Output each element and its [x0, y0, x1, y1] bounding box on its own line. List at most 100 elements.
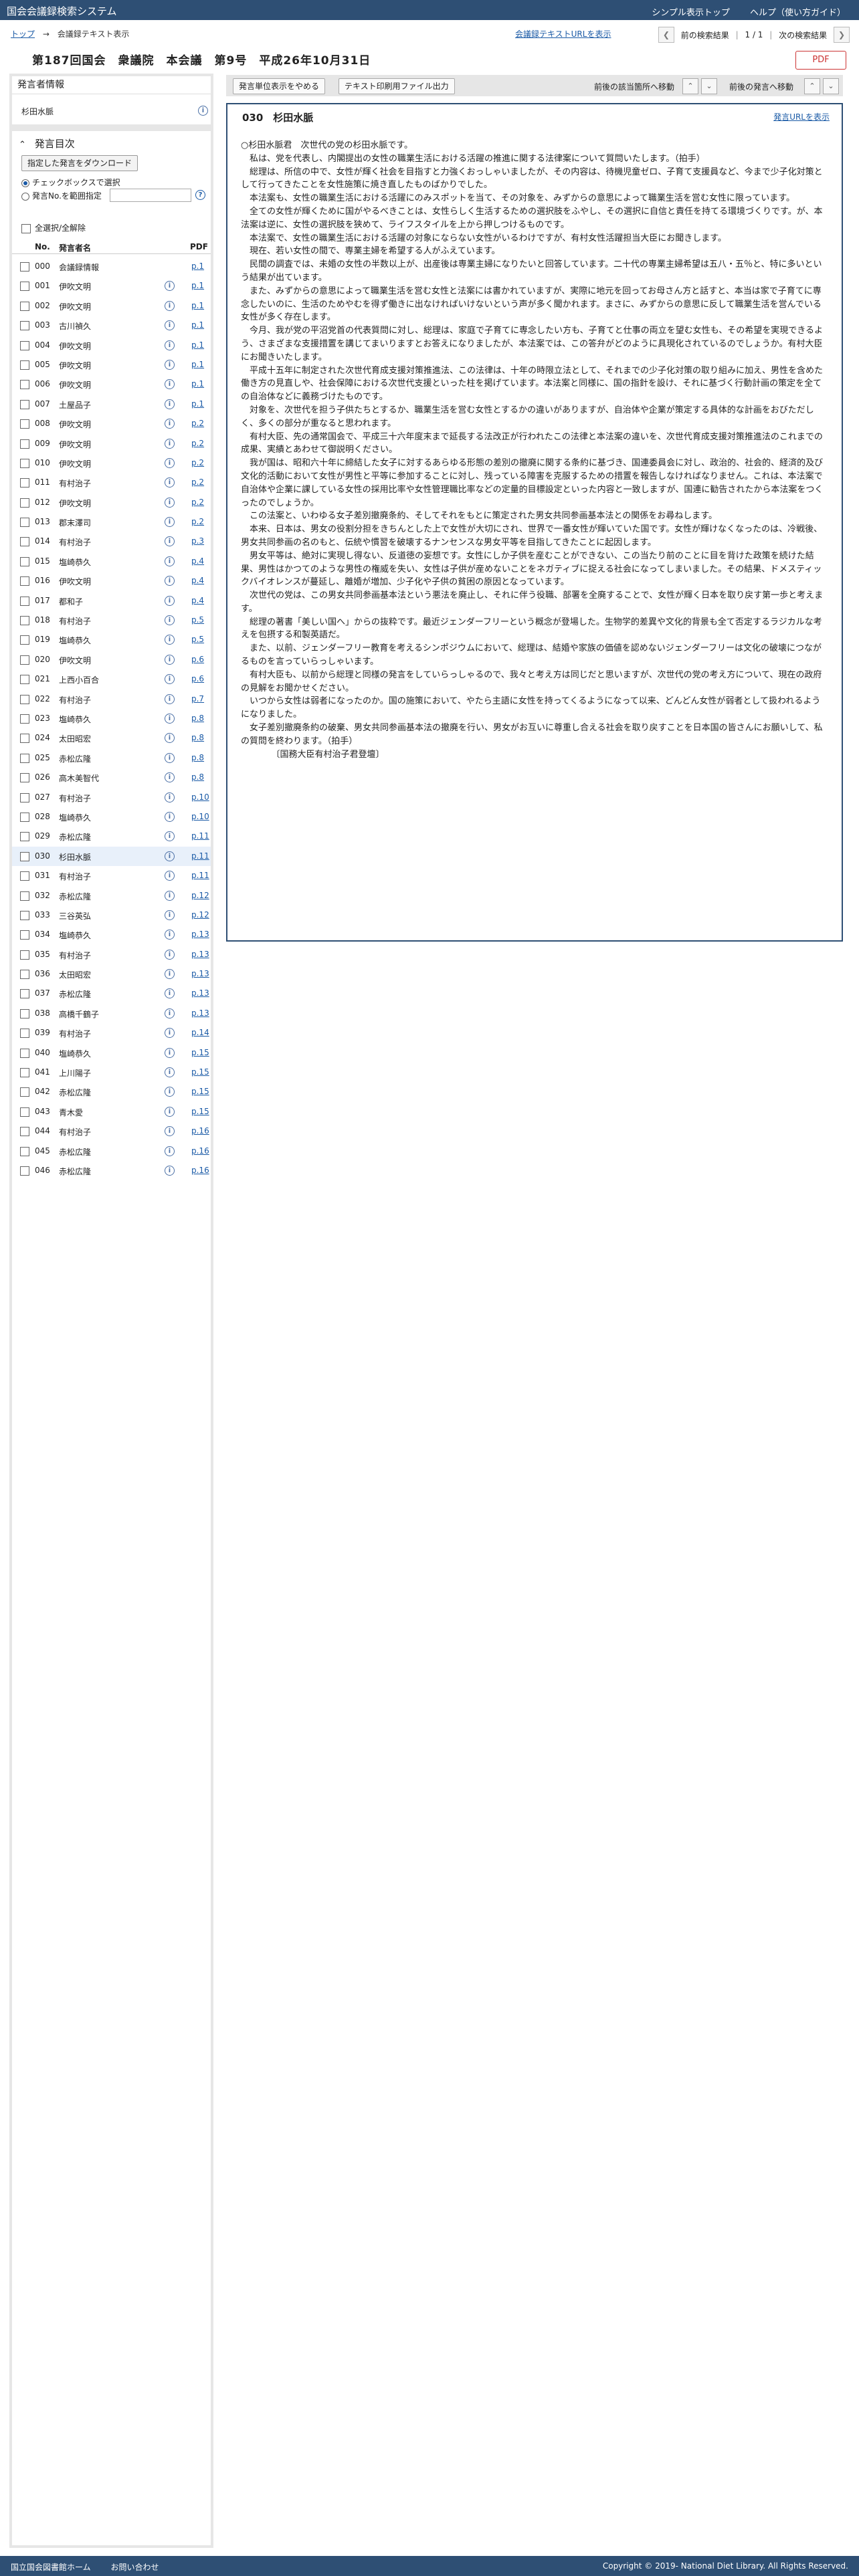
ndl-home-link[interactable]: 国立国会図書館ホーム [11, 2563, 91, 2572]
select-all-checkbox[interactable]: 全選択/全解除 [21, 222, 86, 233]
row-speaker-link[interactable]: 高木美智代 [59, 772, 99, 784]
print-file-button[interactable]: テキスト印刷用ファイル出力 [339, 78, 455, 94]
row-pdf-page-link[interactable]: p.11 [191, 871, 209, 880]
row-speaker-link[interactable]: 高橋千鶴子 [59, 1008, 99, 1020]
row-speaker-link[interactable]: 有村治子 [59, 615, 91, 627]
toc-row[interactable]: 037 赤松広隆 i p.13 [12, 984, 211, 1003]
row-pdf-page-link[interactable]: p.13 [191, 930, 209, 939]
row-speaker-link[interactable]: 伊吹文明 [59, 360, 91, 371]
row-checkbox[interactable] [20, 832, 29, 842]
row-speaker-link[interactable]: 都和子 [59, 596, 83, 607]
toc-row[interactable]: 002 伊吹文明 i p.1 [12, 296, 211, 316]
row-speaker-link[interactable]: 古川禎久 [59, 320, 91, 332]
row-checkbox[interactable] [20, 1068, 29, 1078]
toc-row[interactable]: 024 太田昭宏 i p.8 [12, 728, 211, 748]
toc-heading[interactable]: ⌃ 発言目次 [19, 136, 75, 150]
row-speaker-link[interactable]: 伊吹文明 [59, 281, 91, 292]
row-pdf-page-link[interactable]: p.5 [191, 635, 204, 644]
row-checkbox[interactable] [20, 773, 29, 783]
row-checkbox[interactable] [20, 792, 29, 802]
row-speaker-link[interactable]: 赤松広隆 [59, 891, 91, 902]
row-pdf-page-link[interactable]: p.11 [191, 831, 209, 841]
toc-row[interactable]: 017 都和子 i p.4 [12, 591, 211, 611]
row-pdf-page-link[interactable]: p.12 [191, 891, 209, 900]
row-pdf-page-link[interactable]: p.14 [191, 1028, 209, 1037]
row-pdf-page-link[interactable]: p.15 [191, 1048, 209, 1057]
info-icon[interactable]: i [165, 635, 175, 645]
info-icon[interactable]: i [165, 988, 175, 999]
stop-unit-display-button[interactable]: 発言単位表示をやめる [233, 78, 326, 94]
info-icon[interactable]: i [165, 340, 175, 350]
row-checkbox[interactable] [20, 321, 29, 331]
info-icon[interactable]: i [165, 1165, 175, 1176]
toc-row[interactable]: 027 有村治子 i p.10 [12, 788, 211, 807]
toc-row[interactable]: 015 塩崎恭久 i p.4 [12, 552, 211, 571]
radio-checkbox-select[interactable]: チェックボックスで選択 [21, 177, 120, 188]
row-speaker-link[interactable]: 塩崎恭久 [59, 812, 91, 823]
row-speaker-link[interactable]: 有村治子 [59, 477, 91, 489]
info-icon[interactable]: i [165, 831, 175, 842]
info-icon[interactable]: i [165, 1087, 175, 1097]
row-checkbox[interactable] [20, 910, 29, 920]
toc-row[interactable]: 009 伊吹文明 i p.2 [12, 434, 211, 453]
info-icon[interactable]: i [165, 477, 175, 488]
toc-row[interactable]: 028 塩崎恭久 i p.10 [12, 807, 211, 827]
info-icon[interactable]: i [165, 909, 175, 920]
row-pdf-page-link[interactable]: p.4 [191, 596, 204, 605]
toc-row[interactable]: 022 有村治子 i p.7 [12, 689, 211, 709]
row-checkbox[interactable] [20, 576, 29, 586]
row-pdf-page-link[interactable]: p.8 [191, 753, 204, 762]
row-speaker-link[interactable]: 伊吹文明 [59, 301, 91, 312]
row-pdf-page-link[interactable]: p.5 [191, 615, 204, 625]
row-pdf-page-link[interactable]: p.13 [191, 969, 209, 978]
row-pdf-page-link[interactable]: p.10 [191, 792, 209, 802]
row-checkbox[interactable] [20, 930, 29, 940]
row-speaker-link[interactable]: 三谷英弘 [59, 910, 91, 922]
help-link[interactable]: ヘルプ（使い方ガイド） [750, 8, 846, 18]
info-icon[interactable]: i [165, 300, 175, 311]
row-pdf-page-link[interactable]: p.4 [191, 556, 204, 566]
meeting-url-link[interactable]: 会議録テキストURLを表示 [515, 28, 611, 39]
toc-row[interactable]: 029 赤松広隆 i p.11 [12, 827, 211, 846]
toc-row[interactable]: 025 赤松広隆 i p.8 [12, 748, 211, 768]
info-icon[interactable]: i [165, 713, 175, 724]
row-pdf-page-link[interactable]: p.2 [191, 498, 204, 507]
row-speaker-link[interactable]: 上川陽子 [59, 1067, 91, 1079]
row-speaker-link[interactable]: 塩崎恭久 [59, 1048, 91, 1059]
info-icon[interactable]: i [165, 399, 175, 409]
next-result-chevron-icon[interactable]: ❯ [834, 27, 850, 43]
row-speaker-link[interactable]: 有村治子 [59, 1028, 91, 1039]
row-speaker-link[interactable]: 伊吹文明 [59, 419, 91, 430]
row-checkbox[interactable] [20, 989, 29, 999]
row-checkbox[interactable] [20, 1048, 29, 1058]
toc-row[interactable]: 019 塩崎恭久 i p.5 [12, 630, 211, 649]
row-speaker-link[interactable]: 塩崎恭久 [59, 556, 91, 568]
row-speaker-link[interactable]: 伊吹文明 [59, 439, 91, 450]
row-pdf-page-link[interactable]: p.1 [191, 360, 204, 369]
row-pdf-page-link[interactable]: p.1 [191, 320, 204, 330]
row-checkbox[interactable] [20, 950, 29, 960]
row-checkbox[interactable] [20, 616, 29, 626]
toc-row[interactable]: 045 赤松広隆 i p.16 [12, 1142, 211, 1161]
row-speaker-link[interactable]: 塩崎恭久 [59, 714, 91, 725]
info-icon[interactable]: i [165, 949, 175, 960]
row-checkbox[interactable] [20, 439, 29, 449]
info-icon[interactable]: i [165, 1067, 175, 1078]
toc-row[interactable]: 032 赤松広隆 i p.12 [12, 886, 211, 905]
toc-row[interactable]: 011 有村治子 i p.2 [12, 473, 211, 492]
row-checkbox[interactable] [20, 871, 29, 881]
info-icon[interactable]: i [165, 281, 175, 292]
row-pdf-page-link[interactable]: p.2 [191, 458, 204, 467]
row-speaker-link[interactable]: 伊吹文明 [59, 655, 91, 666]
row-speaker-link[interactable]: 伊吹文明 [59, 576, 91, 587]
row-pdf-page-link[interactable]: p.3 [191, 536, 204, 546]
row-speaker-link[interactable]: 杉田水脈 [59, 851, 91, 863]
chevron-up-icon[interactable]: ⌃ [19, 140, 26, 150]
toc-row[interactable]: 031 有村治子 i p.11 [12, 866, 211, 885]
info-icon[interactable]: i [165, 359, 175, 370]
row-speaker-link[interactable]: 有村治子 [59, 694, 91, 706]
speech-down-chevron-icon[interactable]: ⌄ [823, 78, 839, 94]
row-speaker-link[interactable]: 有村治子 [59, 792, 91, 804]
row-pdf-page-link[interactable]: p.2 [191, 439, 204, 448]
app-title[interactable]: 国会会議録検索システム [7, 4, 117, 18]
